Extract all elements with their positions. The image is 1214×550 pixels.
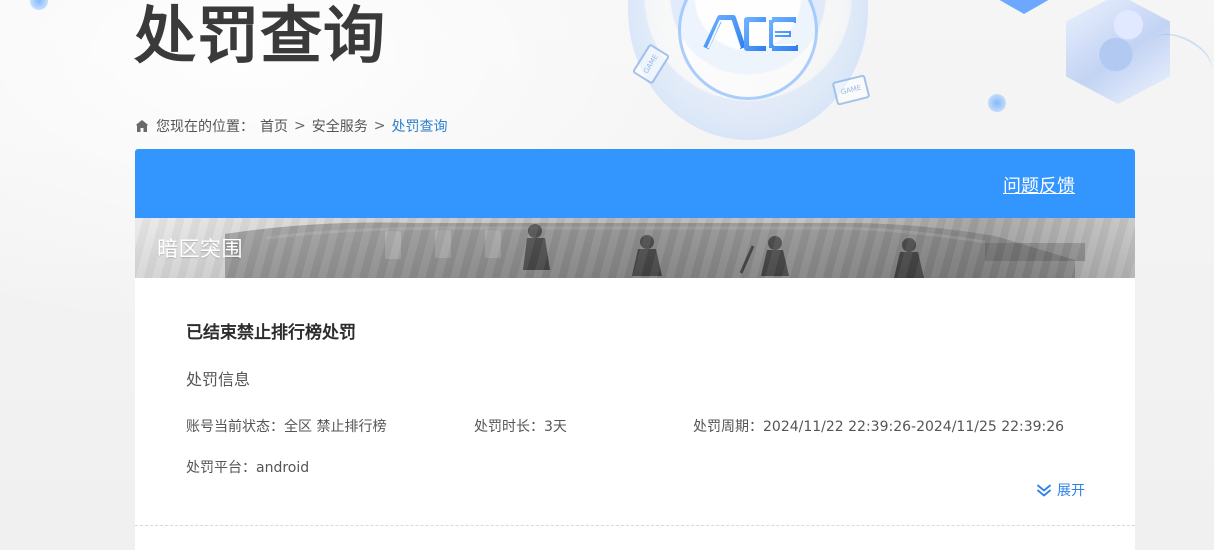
punishment-info-label: 处罚信息 [186, 370, 251, 389]
game-banner: 暗区突围 [135, 218, 1135, 278]
game-badge-left-label: GAME [642, 53, 660, 75]
punishment-duration-label: 处罚时长： [474, 419, 544, 435]
record-title: 已结束禁止排行榜处罚 [186, 323, 356, 343]
punishment-duration-item: 处罚时长：3天 [474, 416, 567, 436]
punishment-info-row: 账号当前状态：全区 禁止排行榜 处罚时长：3天 处罚周期：2024/11/22 … [186, 416, 1086, 436]
expand-button[interactable]: 展开 [1035, 480, 1085, 500]
header-decor-triangle [996, 0, 1052, 14]
expand-label: 展开 [1057, 483, 1085, 499]
punishment-panel: 问题反馈 暗区突围 已结束禁止排行榜处罚 处罚信息 账号当前状态：全区 禁止排行… [135, 149, 1135, 550]
breadcrumb: 您现在的位置： 首页 > 安全服务 > 处罚查询 [134, 116, 447, 136]
punishment-platform-label: 处罚平台： [186, 460, 256, 476]
punishment-platform-row: 处罚平台：android [186, 457, 309, 477]
ace-logo-icon [703, 15, 798, 51]
punishment-period-label: 处罚周期： [693, 419, 763, 435]
punishment-period-item: 处罚周期：2024/11/22 22:39:26-2024/11/25 22:3… [693, 416, 1064, 436]
game-badge-right-label: GAME [839, 83, 863, 97]
breadcrumb-current-page: 处罚查询 [391, 119, 448, 135]
breadcrumb-separator: > [294, 118, 306, 134]
feedback-link[interactable]: 问题反馈 [1003, 172, 1075, 198]
account-status-item: 账号当前状态：全区 禁止排行榜 [186, 416, 386, 436]
breadcrumb-prefix: 您现在的位置： [156, 119, 254, 135]
ace-logo [700, 10, 804, 56]
punishment-record: 已结束禁止排行榜处罚 处罚信息 账号当前状态：全区 禁止排行榜 处罚时长：3天 … [135, 278, 1135, 526]
punishment-duration-value: 3天 [544, 419, 567, 435]
account-status-value: 全区 禁止排行榜 [284, 419, 387, 435]
breadcrumb-security-link[interactable]: 安全服务 [312, 116, 368, 136]
breadcrumb-separator-2: > [373, 118, 386, 134]
page-title: 处罚查询 [134, 0, 387, 72]
punishment-platform-value: android [256, 460, 310, 476]
header-decor-spark-left [30, 0, 48, 10]
game-title: 暗区突围 [157, 237, 243, 261]
double-chevron-down-icon [1035, 481, 1053, 499]
header-decor-spark [988, 94, 1006, 112]
banner-overlay [135, 218, 1135, 278]
punishment-period-value: 2024/11/22 22:39:26-2024/11/25 22:39:26 [763, 419, 1065, 435]
page-root: GAME GAME 处罚查询 您现在的位置： 首页 > 安全服务 > 处罚查询 … [0, 0, 1214, 550]
panel-topbar: 问题反馈 [135, 149, 1135, 218]
breadcrumb-home-link[interactable]: 首页 [260, 116, 288, 136]
home-icon [134, 118, 150, 134]
account-status-label: 账号当前状态： [186, 419, 284, 435]
